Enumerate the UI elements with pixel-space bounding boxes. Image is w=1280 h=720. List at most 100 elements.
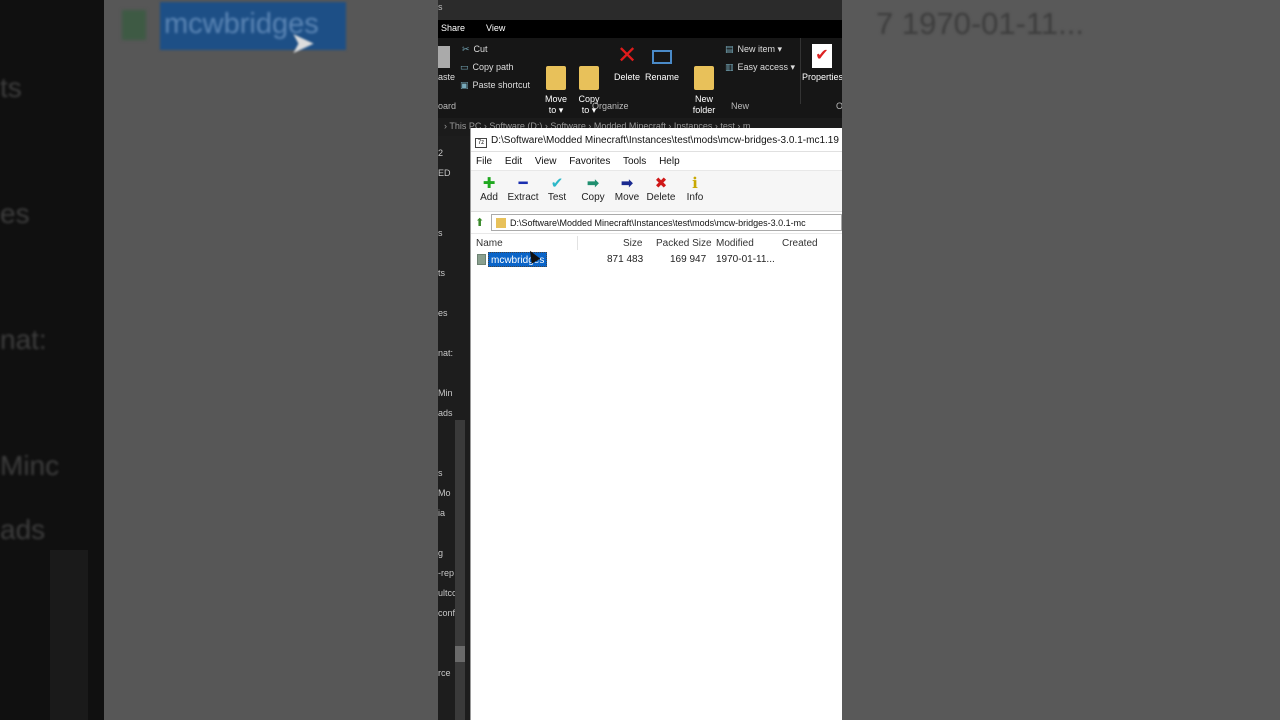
paste-label[interactable]: aste [438,72,455,82]
info-label: Info [686,192,704,203]
extract-button[interactable]: ━ Extract [505,175,541,203]
nav-item[interactable]: ia [438,508,445,518]
background-file-icon [122,10,146,40]
path-input[interactable]: D:\Software\Modded Minecraft\Instances\t… [491,214,842,231]
background-scrollbar [50,550,88,720]
menu-favorites[interactable]: Favorites [569,156,610,167]
nav-item[interactable]: 2 [438,148,443,158]
column-size[interactable]: Size [623,238,642,249]
folder-icon [496,218,506,228]
background-fragment: Minc [0,450,60,481]
copy-path-icon: ▭ [460,62,469,72]
background-cursor-icon: ➤ [290,27,316,60]
navigation-pane: 2 ED s ts es nat: Min ads s Mo ia g -rep… [438,136,470,720]
path-bar: ⬆ D:\Software\Modded Minecraft\Instances… [471,212,842,234]
info-icon: ℹ [692,175,698,192]
folder-icon [477,254,486,265]
nav-item[interactable]: ED [438,168,451,178]
move-button[interactable]: ➡ Move [609,175,645,203]
tab-share[interactable]: Share [441,23,465,33]
menu-edit[interactable]: Edit [505,156,522,167]
background-left-panel: mcwbridges ➤ ts es nat: Minc ads [0,0,438,720]
rename-icon [652,50,672,64]
nav-item[interactable]: ads [438,408,453,418]
delete-label: Delete [646,192,676,203]
nav-item[interactable]: ts [438,268,445,278]
test-button[interactable]: ✔ Test [539,175,575,203]
add-label: Add [480,192,498,203]
cut-button[interactable]: ✂ Cut [462,44,488,55]
delete-button[interactable]: ✖ Delete [643,175,679,203]
menu-bar: File Edit View Favorites Tools Help [471,152,842,170]
ribbon-tabs: Share View [438,20,842,38]
column-name[interactable]: Name [476,238,503,249]
nav-item[interactable]: nat: [438,348,453,358]
tab-view[interactable]: View [486,23,505,33]
scissors-icon: ✂ [462,44,470,54]
nav-item[interactable]: s [438,228,443,238]
group-new-label: New [731,101,750,111]
test-label: Test [547,192,567,203]
background-right-panel: 7 1970-01-11... [842,0,1280,720]
nav-item[interactable]: s [438,468,443,478]
up-folder-icon[interactable]: ⬆ [475,216,484,229]
menu-help[interactable]: Help [659,156,680,167]
nav-scrollbar[interactable] [455,420,465,720]
properties-icon: ✔ [812,44,832,68]
menu-tools[interactable]: Tools [623,156,646,167]
delete-x-icon: ✕ [617,42,638,69]
background-enlarged-view [104,0,438,720]
column-headers: Name Size Packed Size Modified Created [471,234,842,252]
copy-button[interactable]: ➡ Copy [575,175,611,203]
group-clipboard-label: oard [438,101,457,111]
new-folder-icon [694,66,714,90]
properties-button[interactable]: ✔ Properties [802,44,842,83]
explorer-titlebar: s [438,0,842,20]
background-fragment: ts [0,72,22,103]
window-title: D:\Software\Modded Minecraft\Instances\t… [491,135,839,146]
move-folder-icon [546,66,566,90]
add-icon: ✚ [482,175,496,192]
column-modified[interactable]: Modified [716,238,754,249]
file-packed-size: 169 947 [670,254,707,265]
nav-scrollbar-thumb[interactable] [455,646,465,662]
nav-item[interactable]: ultcc [438,588,457,598]
column-created[interactable]: Created [782,238,818,249]
copy-to-button[interactable]: Copy to ▾ [572,44,606,127]
easy-access-icon: ▥ [725,62,734,72]
move-to-button[interactable]: Move to ▾ [539,44,573,127]
menu-view[interactable]: View [535,156,557,167]
nav-item[interactable]: g [438,548,443,558]
extract-label: Extract [507,192,539,203]
add-button[interactable]: ✚ Add [471,175,507,203]
background-selected-file: mcwbridges [160,2,346,50]
paste-shortcut-button[interactable]: ▣ Paste shortcut [460,80,530,91]
file-size: 871 483 [607,254,644,265]
copy-path-button[interactable]: ▭ Copy path [460,62,514,73]
delete-button[interactable]: ✕ Delete [610,44,644,83]
7zip-window: 7z D:\Software\Modded Minecraft\Instances… [470,128,842,720]
test-icon: ✔ [550,175,564,192]
ribbon-divider [800,38,801,104]
column-packed-size[interactable]: Packed Size [656,238,712,249]
column-separator[interactable] [577,236,578,250]
background-date-fragment: 7 1970-01-11... [876,6,1084,41]
menu-file[interactable]: File [476,156,492,167]
nav-item[interactable]: rce [438,668,451,678]
paste-shortcut-icon: ▣ [460,80,469,90]
info-button[interactable]: ℹ Info [677,175,713,203]
group-organize-label: Organize [592,101,629,111]
new-folder-button[interactable]: New folder [687,44,721,127]
nav-item[interactable]: Mo [438,488,451,498]
new-item-button[interactable]: ▤ New item ▾ [725,44,782,55]
nav-item[interactable]: Min [438,388,453,398]
group-open-label: O [836,101,842,111]
background-fragment: nat: [0,324,47,355]
nav-item[interactable]: es [438,308,448,318]
nav-item[interactable]: conf [438,608,455,618]
nav-item[interactable]: -rep [438,568,454,578]
delete-icon: ✖ [654,175,668,192]
rename-button[interactable]: Rename [644,44,680,83]
easy-access-button[interactable]: ▥ Easy access ▾ [725,62,795,73]
background-fragment: es [0,198,30,229]
